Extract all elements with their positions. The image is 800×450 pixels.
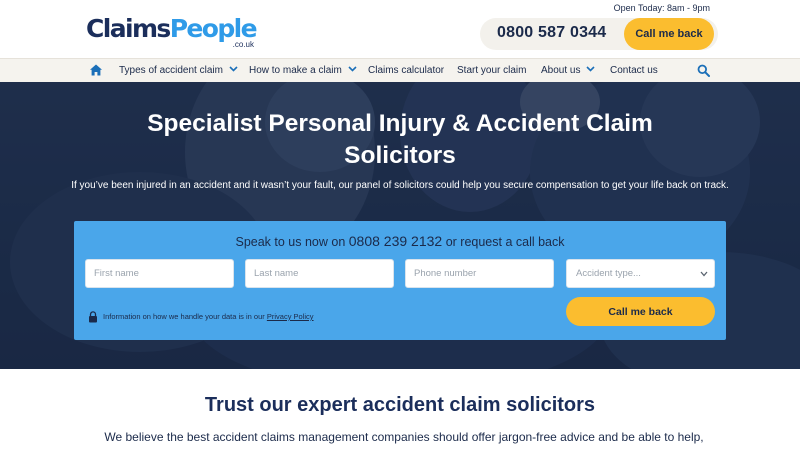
trust-section-title: Trust our expert accident claim solicito… [204,394,596,416]
nav-item-contact-us[interactable]: Contact us [610,59,658,83]
nav-item-label: Types of accident claim [119,65,223,76]
chevron-down-icon [229,66,238,72]
hero-title: Specialist Personal Injury & Accident Cl… [147,110,653,169]
chevron-down-icon [348,66,357,72]
chevron-down-icon [586,66,596,72]
form-heading-suffix: or request a call back [445,235,565,249]
hero-subtitle: If you’ve been injured in an accident an… [71,180,729,191]
nav-item-start-your-claim[interactable]: Start your claim [457,59,526,83]
nav-item-about-us[interactable]: About us [541,59,596,83]
search-icon[interactable] [697,64,710,77]
form-phone-link[interactable]: 0808 239 2132 [349,233,442,249]
accident-type-value: Accident type... [576,268,641,279]
logo-tld: .co.uk [232,40,254,49]
accident-type-select[interactable]: Accident type... [566,259,715,288]
opening-hours: Open Today: 8am - 9pm [613,3,710,13]
privacy-text: Information on how we handle your data i… [103,312,265,321]
privacy-notice: Information on how we handle your data i… [103,312,314,321]
nav-item-how-to-make-a-claim[interactable]: How to make a claim [249,59,357,83]
header-phone-link[interactable]: 0800 587 0344 [497,24,606,42]
phone-number-input[interactable] [405,259,554,288]
last-name-input[interactable] [245,259,394,288]
callback-form: Speak to us now on 0808 239 2132 or requ… [74,221,726,340]
hero-section: Specialist Personal Injury & Accident Cl… [0,82,800,369]
header-call-me-back-button[interactable]: Call me back [624,18,714,50]
home-icon[interactable] [89,63,103,77]
nav-item-label: How to make a claim [249,65,342,76]
trust-section-text: We believe the best accident claims mana… [104,430,704,450]
nav-item-label: Start your claim [457,65,527,76]
logo-wordmark: ClaimsPeople [86,14,258,43]
first-name-input[interactable] [85,259,234,288]
lock-icon [88,310,98,323]
site-header: ClaimsPeople .co.uk Open Today: 8am - 9p… [0,0,800,58]
nav-item-claims-calculator[interactable]: Claims calculator [368,59,444,83]
main-nav: Types of accident claim How to make a cl… [0,58,800,82]
form-heading-prefix: Speak to us now on [235,235,346,249]
form-heading: Speak to us now on 0808 239 2132 or requ… [74,233,726,249]
nav-item-types-of-accident-claim[interactable]: Types of accident claim [119,59,238,83]
chevron-down-icon [700,271,708,277]
privacy-policy-link[interactable]: Privacy Policy [267,312,314,321]
nav-item-label: About us [541,65,581,76]
claimspeople-logo[interactable]: ClaimsPeople .co.uk [86,14,258,51]
form-call-me-back-button[interactable]: Call me back [566,297,715,326]
nav-item-label: Contact us [610,65,658,76]
nav-item-label: Claims calculator [368,65,445,76]
